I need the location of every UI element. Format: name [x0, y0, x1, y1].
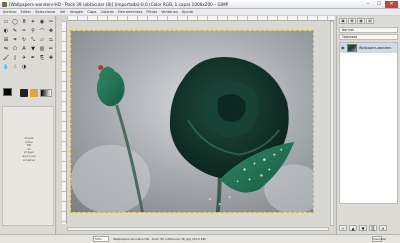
free-select-icon[interactable]: ϑ — [20, 18, 28, 26]
eye-icon[interactable]: ◉ — [341, 46, 345, 50]
perspective-icon[interactable]: ⏢ — [47, 36, 55, 44]
color-area — [3, 88, 53, 102]
menu-bar: Archivo Editar Seleccionar Ver Imagen Ca… — [0, 9, 400, 16]
layer-buttons: ＋ ▲ ▼ ⎘ ✕ — [339, 225, 387, 231]
dodge-burn-icon[interactable]: ◑ — [20, 63, 28, 71]
menu-ventanas[interactable]: Ventanas — [161, 10, 178, 14]
smudge-icon[interactable]: ☝ — [11, 63, 19, 71]
rect-select-icon[interactable]: ▭ — [2, 18, 10, 26]
delete-layer-icon[interactable]: ✕ — [379, 225, 387, 231]
blur-icon[interactable]: 💧 — [2, 63, 10, 71]
crop-icon[interactable]: ⌗ — [11, 36, 19, 44]
menu-colores[interactable]: Colores — [101, 10, 114, 14]
status-message: Wallpapers-wonders-HD - Puck 39 (obtacul… — [113, 237, 206, 241]
pattern-swatch[interactable] — [30, 89, 38, 97]
tab-layers[interactable]: ▣ — [339, 18, 347, 24]
foreground-color-swatch[interactable] — [3, 88, 12, 96]
gimp-app-icon — [2, 2, 7, 7]
eraser-icon[interactable]: ▯ — [11, 54, 19, 62]
dock-tabs: ▣ ▤ ▦ ▧ — [337, 16, 400, 26]
paintbrush-icon[interactable]: 🖌 — [2, 54, 10, 62]
drop-hint-text: Puede soltar BD de imagen aquí para arra… — [22, 136, 36, 162]
gradient-swatch[interactable] — [40, 89, 52, 97]
minimize-button[interactable]: – — [363, 1, 373, 8]
maximize-button[interactable]: ☐ — [374, 1, 384, 8]
title-bar: [Wallpapers-wonders-HD - Puck 39 (obtacu… — [0, 0, 400, 9]
raise-layer-icon[interactable]: ▲ — [349, 225, 357, 231]
close-button[interactable]: ✕ — [385, 1, 398, 8]
rotate-icon[interactable]: ↻ — [20, 36, 28, 44]
toolbox-panel: ▭ ◯ ϑ ✶ ◉ ✂ ◐ ✎ ✑ ⚲ ⌒ ✥ ⊞ ⌗ ↻ ⤡ ▱ ⏢ ⇋ ⬠ A ▼ ▥ ✏ 🖌 ▯ ✈ ✒ ⎘ ✚ 💧 ☝ ◑ Puede … — [0, 16, 56, 234]
layer-row[interactable]: ◉ Wallpapers-wonders — [340, 43, 397, 53]
color-select-icon[interactable]: ◉ — [38, 18, 46, 26]
heal-icon[interactable]: ✚ — [47, 54, 55, 62]
new-layer-icon[interactable]: ＋ — [339, 225, 347, 231]
vertical-ruler[interactable] — [62, 21, 67, 224]
shear-icon[interactable]: ▱ — [38, 36, 46, 44]
vertical-scrollbar[interactable] — [330, 21, 334, 226]
blend-icon[interactable]: ▥ — [38, 45, 46, 53]
clone-icon[interactable]: ⎘ — [38, 54, 46, 62]
brush-swatch[interactable] — [20, 89, 28, 97]
align-icon[interactable]: ⊞ — [2, 36, 10, 44]
paths-icon[interactable]: ✎ — [11, 27, 19, 35]
layer-thumbnail — [347, 44, 357, 52]
pointer-coordinates — [70, 237, 86, 242]
cage-icon[interactable]: ⬠ — [11, 45, 19, 53]
bucket-fill-icon[interactable]: ▼ — [29, 45, 37, 53]
status-bar: 50% Wallpapers-wonders-HD - Puck 39 (obt… — [0, 234, 400, 243]
tab-paths[interactable]: ▦ — [357, 18, 365, 24]
layer-mode-select[interactable]: Normal — [339, 27, 398, 33]
menu-imagen[interactable]: Imagen — [70, 10, 84, 14]
ink-icon[interactable]: ✒ — [29, 54, 37, 62]
scale-icon[interactable]: ⤡ — [29, 36, 37, 44]
color-picker-icon[interactable]: ✑ — [20, 27, 28, 35]
menu-ver[interactable]: Ver — [60, 10, 66, 14]
image-canvas[interactable] — [70, 30, 314, 213]
menu-archivo[interactable]: Archivo — [3, 10, 16, 14]
menu-seleccionar[interactable]: Seleccionar — [35, 10, 56, 14]
fuzzy-select-icon[interactable]: ✶ — [29, 18, 37, 26]
horizontal-ruler[interactable] — [67, 16, 335, 21]
menu-filtros[interactable]: Filtros — [146, 10, 157, 14]
scissors-icon[interactable]: ✂ — [47, 18, 55, 26]
duplicate-layer-icon[interactable]: ⎘ — [369, 225, 377, 231]
move-icon[interactable]: ✥ — [47, 27, 55, 35]
rose-image — [71, 31, 313, 212]
menu-ayuda[interactable]: Ayuda — [182, 10, 193, 14]
layers-list: ◉ Wallpapers-wonders — [339, 42, 398, 204]
measure-icon[interactable]: ⌒ — [38, 27, 46, 35]
menu-herramientas[interactable]: Herramientas — [118, 10, 142, 14]
layer-opacity-field[interactable]: Opacidad — [339, 34, 398, 40]
ellipse-select-icon[interactable]: ◯ — [11, 18, 19, 26]
airbrush-icon[interactable]: ✈ — [20, 54, 28, 62]
zoom-icon[interactable]: ⚲ — [29, 27, 37, 35]
layers-dock: ▣ ▤ ▦ ▧ Normal Opacidad ◉ Wallpapers-won… — [336, 16, 400, 234]
window-title: [Wallpapers-wonders-HD - Puck 39 (obtacu… — [9, 2, 229, 7]
canvas-area — [57, 16, 335, 234]
horizontal-scrollbar[interactable] — [67, 227, 329, 231]
tool-options-panel: Puede soltar BD de imagen aquí para arra… — [2, 106, 54, 226]
window-controls: – ☐ ✕ — [363, 1, 398, 8]
foreground-select-icon[interactable]: ◐ — [2, 27, 10, 35]
text-icon[interactable]: A — [20, 45, 28, 53]
menu-capa[interactable]: Capa — [87, 10, 96, 14]
tab-channels[interactable]: ▤ — [348, 18, 356, 24]
flip-icon[interactable]: ⇋ — [2, 45, 10, 53]
layer-name: Wallpapers-wonders — [359, 46, 392, 50]
menu-editar[interactable]: Editar — [20, 10, 31, 14]
tool-grid: ▭ ◯ ϑ ✶ ◉ ✂ ◐ ✎ ✑ ⚲ ⌒ ✥ ⊞ ⌗ ↻ ⤡ ▱ ⏢ ⇋ ⬠ A ▼ ▥ ✏ 🖌 ▯ ✈ ✒ ⎘ ✚ 💧 ☝ ◑ — [2, 18, 54, 71]
tab-undo[interactable]: ▧ — [366, 18, 374, 24]
lower-layer-icon[interactable]: ▼ — [359, 225, 367, 231]
zoom-select[interactable]: 50% — [93, 236, 109, 242]
cancel-button[interactable]: Cancelar — [372, 236, 386, 242]
pencil-icon[interactable]: ✏ — [47, 45, 55, 53]
